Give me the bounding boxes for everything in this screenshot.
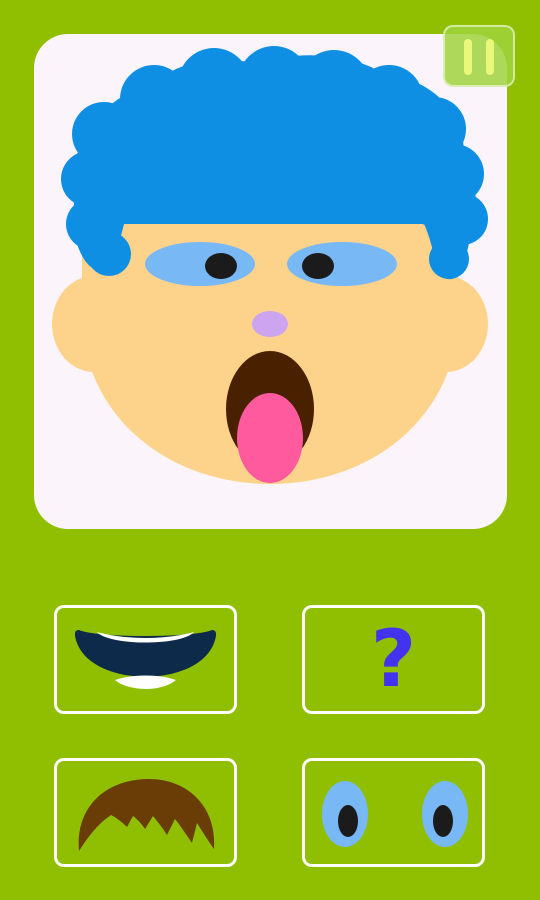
eyes-icon-left-pupil [338, 805, 358, 837]
pause-button[interactable] [443, 25, 515, 87]
left-pupil [205, 253, 237, 279]
eyes-selector-button[interactable] [302, 758, 485, 867]
face-canvas [34, 34, 507, 529]
hair-selector-button[interactable] [54, 758, 237, 867]
mouth-selector-button[interactable] [54, 605, 237, 714]
mouth-icon [74, 630, 217, 689]
pause-icon [464, 39, 472, 75]
eyes-icon [322, 781, 468, 847]
pause-icon-bar [486, 39, 494, 75]
eyes-icon-right-pupil [433, 805, 453, 837]
tongue [237, 393, 303, 483]
hair-icon [78, 779, 215, 851]
right-pupil [302, 253, 334, 279]
face-drawing [52, 46, 488, 484]
left-eye-white [145, 242, 255, 286]
nose [252, 311, 288, 337]
random-selector-button[interactable]: ? [302, 605, 485, 714]
question-mark-icon: ? [370, 614, 417, 705]
